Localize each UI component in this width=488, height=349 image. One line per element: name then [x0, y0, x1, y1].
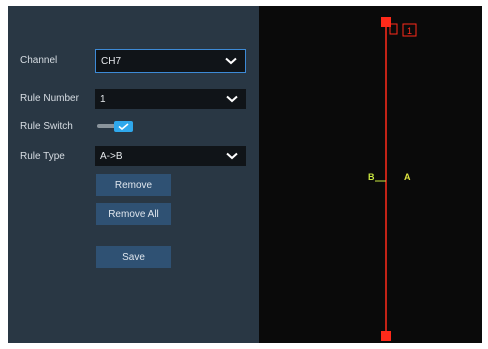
side-b-label: B [368, 172, 375, 182]
rule-number-value: 1 [100, 93, 106, 105]
rule-type-label: Rule Type [20, 151, 65, 162]
chevron-down-icon [225, 57, 237, 65]
rule-switch-label: Rule Switch [20, 121, 73, 132]
chevron-down-icon [226, 152, 238, 160]
rule-number-select[interactable]: 1 [95, 89, 246, 109]
side-a-label: A [404, 172, 411, 182]
rule-number-label: Rule Number [20, 93, 79, 104]
rule-type-select[interactable]: A->B [95, 146, 246, 166]
rule-switch-toggle[interactable] [97, 121, 133, 132]
line-id-label: 1 [407, 26, 412, 36]
chevron-down-icon [226, 95, 238, 103]
rule-settings-panel: Channel CH7 Rule Number 1 Rule Switch Ru… [8, 6, 259, 343]
checkmark-icon [118, 123, 129, 130]
channel-label: Channel [20, 55, 58, 66]
smart-event-window: Channel CH7 Rule Number 1 Rule Switch Ru… [8, 6, 482, 343]
channel-select[interactable]: CH7 [95, 49, 246, 73]
rule-type-value: A->B [100, 150, 123, 162]
line-crossing-overlay: 1 B A [368, 17, 417, 341]
line-end-handle[interactable] [381, 331, 391, 341]
save-button[interactable]: Save [96, 246, 171, 268]
remove-all-button[interactable]: Remove All [96, 203, 171, 225]
remove-button[interactable]: Remove [96, 174, 171, 196]
toggle-knob [114, 121, 133, 132]
camera-preview[interactable]: 1 B A [259, 6, 482, 343]
line-id-box-left [389, 23, 398, 35]
channel-value: CH7 [101, 55, 122, 67]
